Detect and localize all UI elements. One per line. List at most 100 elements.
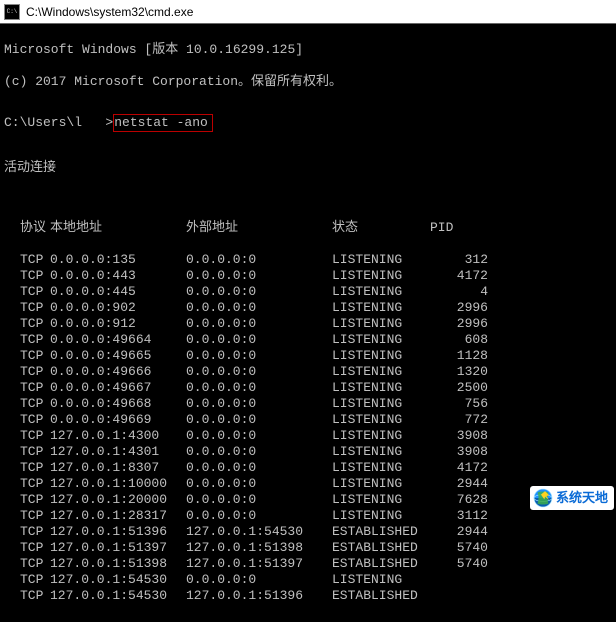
cell-proto: TCP (4, 492, 50, 508)
cell-state: LISTENING (332, 316, 442, 332)
cell-foreign: 0.0.0.0:0 (186, 364, 332, 380)
command-text: netstat -ano (114, 115, 208, 130)
cell-foreign: 127.0.0.1:51398 (186, 540, 332, 556)
cell-proto: TCP (4, 380, 50, 396)
table-row: TCP0.0.0.0:1350.0.0.0:0LISTENING312 (4, 252, 612, 268)
cell-local: 127.0.0.1:4301 (50, 444, 186, 460)
cell-foreign: 0.0.0.0:0 (186, 284, 332, 300)
cell-foreign: 0.0.0.0:0 (186, 380, 332, 396)
cell-pid: 756 (442, 396, 488, 412)
cell-state: LISTENING (332, 268, 442, 284)
cmd-icon (4, 4, 20, 20)
cell-proto: TCP (4, 332, 50, 348)
cell-local: 0.0.0.0:49666 (50, 364, 186, 380)
cell-local: 127.0.0.1:20000 (50, 492, 186, 508)
watermark: 系统天地 (530, 486, 614, 510)
cell-state: LISTENING (332, 572, 442, 588)
cell-local: 127.0.0.1:51398 (50, 556, 186, 572)
cell-proto: TCP (4, 540, 50, 556)
cell-pid: 3112 (442, 508, 488, 524)
cell-foreign: 127.0.0.1:54530 (186, 524, 332, 540)
cell-state: LISTENING (332, 508, 442, 524)
table-row: TCP127.0.0.1:51397127.0.0.1:51398ESTABLI… (4, 540, 612, 556)
cell-pid: 3908 (442, 428, 488, 444)
cell-local: 127.0.0.1:51397 (50, 540, 186, 556)
table-row: TCP127.0.0.1:43010.0.0.0:0LISTENING3908 (4, 444, 612, 460)
table-header: 协议 本地地址 外部地址 状态 PID (4, 220, 612, 236)
cell-proto: TCP (4, 396, 50, 412)
cell-state: ESTABLISHED (332, 524, 442, 540)
table-row: TCP127.0.0.1:100000.0.0.0:0LISTENING2944 (4, 476, 612, 492)
cell-state: ESTABLISHED (332, 588, 442, 604)
cell-foreign: 0.0.0.0:0 (186, 460, 332, 476)
cell-local: 127.0.0.1:4300 (50, 428, 186, 444)
cell-foreign: 0.0.0.0:0 (186, 316, 332, 332)
cell-foreign: 0.0.0.0:0 (186, 572, 332, 588)
cell-foreign: 0.0.0.0:0 (186, 428, 332, 444)
cell-foreign: 0.0.0.0:0 (186, 348, 332, 364)
cell-foreign: 0.0.0.0:0 (186, 476, 332, 492)
cell-local: 0.0.0.0:49669 (50, 412, 186, 428)
cell-pid (442, 588, 488, 604)
cell-local: 127.0.0.1:28317 (50, 508, 186, 524)
cell-proto: TCP (4, 476, 50, 492)
table-row: TCP0.0.0.0:496650.0.0.0:0LISTENING1128 (4, 348, 612, 364)
table-row: TCP127.0.0.1:51398127.0.0.1:51397ESTABLI… (4, 556, 612, 572)
cell-pid: 2944 (442, 524, 488, 540)
cell-state: LISTENING (332, 300, 442, 316)
cell-state: LISTENING (332, 396, 442, 412)
window-title: C:\Windows\system32\cmd.exe (26, 4, 193, 20)
cell-pid: 608 (442, 332, 488, 348)
cell-foreign: 127.0.0.1:51396 (186, 588, 332, 604)
cell-proto: TCP (4, 508, 50, 524)
cell-pid: 4 (442, 284, 488, 300)
section-title: 活动连接 (4, 160, 612, 176)
cell-state: LISTENING (332, 460, 442, 476)
cell-foreign: 0.0.0.0:0 (186, 396, 332, 412)
cell-proto: TCP (4, 300, 50, 316)
cell-foreign: 0.0.0.0:0 (186, 492, 332, 508)
cell-foreign: 0.0.0.0:0 (186, 444, 332, 460)
cell-state: LISTENING (332, 412, 442, 428)
cell-pid: 5740 (442, 556, 488, 572)
cell-pid: 2996 (442, 300, 488, 316)
cell-pid: 2944 (442, 476, 488, 492)
cell-proto: TCP (4, 364, 50, 380)
cell-pid: 4172 (442, 268, 488, 284)
table-row: TCP127.0.0.1:200000.0.0.0:0LISTENING7628 (4, 492, 612, 508)
cell-proto: TCP (4, 348, 50, 364)
table-body: TCP0.0.0.0:1350.0.0.0:0LISTENING312TCP0.… (4, 252, 612, 604)
cell-foreign: 0.0.0.0:0 (186, 332, 332, 348)
cell-local: 0.0.0.0:445 (50, 284, 186, 300)
cell-pid: 772 (442, 412, 488, 428)
cell-proto: TCP (4, 252, 50, 268)
cell-foreign: 0.0.0.0:0 (186, 412, 332, 428)
header-local: 本地地址 (50, 220, 186, 236)
cell-state: LISTENING (332, 380, 442, 396)
cell-pid: 7628 (442, 492, 488, 508)
cell-local: 127.0.0.1:8307 (50, 460, 186, 476)
cell-local: 0.0.0.0:135 (50, 252, 186, 268)
cell-state: LISTENING (332, 284, 442, 300)
cell-foreign: 0.0.0.0:0 (186, 268, 332, 284)
header-pid: PID (430, 220, 502, 236)
cell-pid (442, 572, 488, 588)
cell-pid: 4172 (442, 460, 488, 476)
terminal-output[interactable]: Microsoft Windows [版本 10.0.16299.125] (c… (0, 24, 616, 622)
titlebar[interactable]: C:\Windows\system32\cmd.exe (0, 0, 616, 24)
cell-local: 127.0.0.1:10000 (50, 476, 186, 492)
cell-state: LISTENING (332, 252, 442, 268)
cell-proto: TCP (4, 460, 50, 476)
table-row: TCP0.0.0.0:9020.0.0.0:0LISTENING2996 (4, 300, 612, 316)
cell-proto: TCP (4, 412, 50, 428)
cell-proto: TCP (4, 588, 50, 604)
command-highlight: netstat -ano (113, 114, 213, 132)
table-row: TCP0.0.0.0:496660.0.0.0:0LISTENING1320 (4, 364, 612, 380)
table-row: TCP0.0.0.0:9120.0.0.0:0LISTENING2996 (4, 316, 612, 332)
cell-local: 0.0.0.0:912 (50, 316, 186, 332)
banner-line-1: Microsoft Windows [版本 10.0.16299.125] (4, 42, 612, 58)
cell-local: 0.0.0.0:49668 (50, 396, 186, 412)
cell-pid: 1320 (442, 364, 488, 380)
cell-foreign: 127.0.0.1:51397 (186, 556, 332, 572)
cell-state: LISTENING (332, 492, 442, 508)
